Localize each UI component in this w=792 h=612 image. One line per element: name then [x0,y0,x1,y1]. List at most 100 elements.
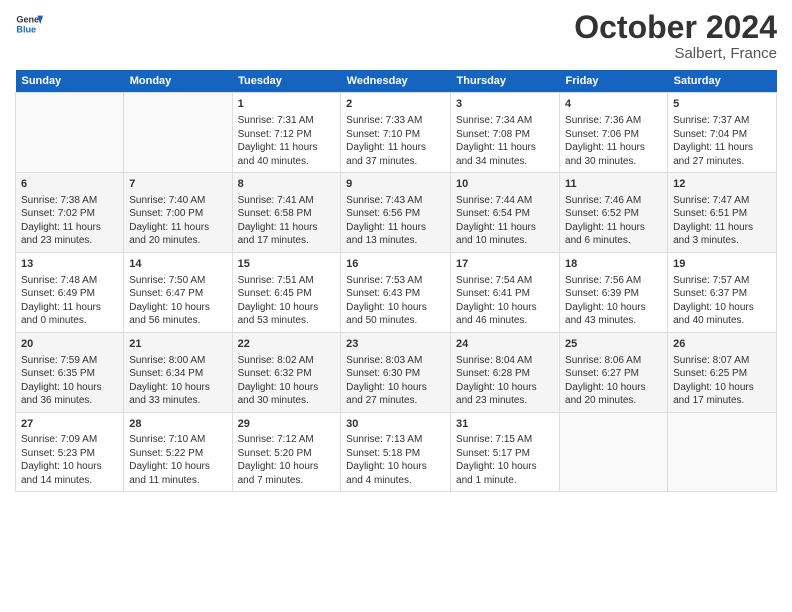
sunset-text: Sunset: 7:02 PM [21,208,95,219]
sunset-text: Sunset: 7:08 PM [456,129,530,140]
day-cell-14: 14Sunrise: 7:50 AMSunset: 6:47 PMDayligh… [124,252,232,332]
day-number: 1 [238,97,336,112]
header-row: SundayMondayTuesdayWednesdayThursdayFrid… [16,70,777,93]
daylight-text: Daylight: 10 hours and 30 minutes. [238,382,319,407]
day-cell-20: 20Sunrise: 7:59 AMSunset: 6:35 PMDayligh… [16,332,124,412]
daylight-text: Daylight: 11 hours and 17 minutes. [238,222,318,247]
day-cell-25: 25Sunrise: 8:06 AMSunset: 6:27 PMDayligh… [560,332,668,412]
sunset-text: Sunset: 5:20 PM [238,448,312,459]
day-number: 31 [456,417,554,432]
sunrise-text: Sunrise: 7:10 AM [129,434,205,445]
empty-cell [16,93,124,173]
sunrise-text: Sunrise: 7:43 AM [346,195,422,206]
daylight-text: Daylight: 11 hours and 3 minutes. [673,222,753,247]
day-header-saturday: Saturday [668,70,777,93]
sunset-text: Sunset: 6:43 PM [346,288,420,299]
sunrise-text: Sunrise: 7:09 AM [21,434,97,445]
sunset-text: Sunset: 6:49 PM [21,288,95,299]
day-number: 24 [456,337,554,352]
day-number: 29 [238,417,336,432]
sunrise-text: Sunrise: 8:07 AM [673,355,749,366]
day-number: 27 [21,417,118,432]
day-cell-6: 6 Sunrise: 7:38 AM Sunset: 7:02 PM Daylight… [16,173,124,253]
sunrise-text: Sunrise: 7:57 AM [673,275,749,286]
day-cell-26: 26Sunrise: 8:07 AMSunset: 6:25 PMDayligh… [668,332,777,412]
day-number: 3 [456,97,554,112]
sunrise-text: Sunrise: 7:38 AM [21,195,97,206]
day-cell-15: 15Sunrise: 7:51 AMSunset: 6:45 PMDayligh… [232,252,341,332]
day-cell-9: 9Sunrise: 7:43 AMSunset: 6:56 PMDaylight… [341,173,451,253]
sunset-text: Sunset: 7:10 PM [346,129,420,140]
empty-cell [124,93,232,173]
calendar-table: SundayMondayTuesdayWednesdayThursdayFrid… [15,70,777,492]
daylight-text: Daylight: 10 hours and 17 minutes. [673,382,754,407]
daylight-text: Daylight: 10 hours and 23 minutes. [456,382,537,407]
empty-cell [560,412,668,492]
sunset-text: Sunset: 6:39 PM [565,288,639,299]
daylight-text: Daylight: 11 hours and 40 minutes. [238,142,318,167]
daylight-text: Daylight: 10 hours and 33 minutes. [129,382,210,407]
daylight-text: Daylight: 11 hours and 10 minutes. [456,222,536,247]
week-row-2: 6 Sunrise: 7:38 AM Sunset: 7:02 PM Daylight… [16,173,777,253]
sunset-text: Sunset: 6:41 PM [456,288,530,299]
sunrise-text: Sunrise: 8:04 AM [456,355,532,366]
day-number: 7 [129,177,226,192]
sunrise-text: Sunrise: 7:13 AM [346,434,422,445]
day-number: 5 [673,97,771,112]
sunrise-text: Sunrise: 7:41 AM [238,195,314,206]
sunset-text: Sunset: 6:56 PM [346,208,420,219]
day-cell-28: 28Sunrise: 7:10 AMSunset: 5:22 PMDayligh… [124,412,232,492]
sunrise-text: Sunrise: 7:50 AM [129,275,205,286]
day-cell-17: 17Sunrise: 7:54 AMSunset: 6:41 PMDayligh… [451,252,560,332]
day-number: 17 [456,257,554,272]
daylight-text: Daylight: 11 hours and 37 minutes. [346,142,426,167]
daylight-text: Daylight: 10 hours and 4 minutes. [346,461,427,486]
title-block: October 2024 Salbert, France [574,10,777,62]
day-cell-22: 22Sunrise: 8:02 AMSunset: 6:32 PMDayligh… [232,332,341,412]
day-cell-4: 4Sunrise: 7:36 AMSunset: 7:06 PMDaylight… [560,93,668,173]
sunset-text: Sunset: 5:18 PM [346,448,420,459]
sunset-text: Sunset: 6:52 PM [565,208,639,219]
day-cell-21: 21Sunrise: 8:00 AMSunset: 6:34 PMDayligh… [124,332,232,412]
day-number: 13 [21,257,118,272]
sunrise-text: Sunrise: 7:54 AM [456,275,532,286]
daylight-text: Daylight: 11 hours and 23 minutes. [21,222,101,247]
logo: General Blue [15,10,43,38]
daylight-text: Daylight: 10 hours and 20 minutes. [565,382,646,407]
sunset-text: Sunset: 6:25 PM [673,368,747,379]
day-number: 11 [565,177,662,192]
day-number: 9 [346,177,445,192]
month-title: October 2024 [574,10,777,45]
day-cell-7: 7Sunrise: 7:40 AMSunset: 7:00 PMDaylight… [124,173,232,253]
day-cell-29: 29Sunrise: 7:12 AMSunset: 5:20 PMDayligh… [232,412,341,492]
day-number: 12 [673,177,771,192]
sunrise-text: Sunrise: 7:53 AM [346,275,422,286]
day-number: 19 [673,257,771,272]
day-number: 6 [21,177,118,192]
logo-icon: General Blue [15,10,43,38]
day-cell-12: 12Sunrise: 7:47 AMSunset: 6:51 PMDayligh… [668,173,777,253]
sunset-text: Sunset: 6:54 PM [456,208,530,219]
daylight-text: Daylight: 11 hours and 6 minutes. [565,222,645,247]
sunset-text: Sunset: 7:12 PM [238,129,312,140]
daylight-text: Daylight: 10 hours and 36 minutes. [21,382,102,407]
daylight-text: Daylight: 10 hours and 14 minutes. [21,461,102,486]
daylight-text: Daylight: 10 hours and 11 minutes. [129,461,210,486]
day-header-monday: Monday [124,70,232,93]
sunset-text: Sunset: 6:37 PM [673,288,747,299]
daylight-text: Daylight: 11 hours and 20 minutes. [129,222,209,247]
sunrise-text: Sunrise: 7:37 AM [673,115,749,126]
day-number: 25 [565,337,662,352]
week-row-1: 1Sunrise: 7:31 AMSunset: 7:12 PMDaylight… [16,93,777,173]
sunrise-text: Sunrise: 8:02 AM [238,355,314,366]
day-cell-3: 3Sunrise: 7:34 AMSunset: 7:08 PMDaylight… [451,93,560,173]
daylight-text: Daylight: 10 hours and 7 minutes. [238,461,319,486]
sunrise-text: Sunrise: 7:48 AM [21,275,97,286]
day-number: 10 [456,177,554,192]
day-number: 23 [346,337,445,352]
sunset-text: Sunset: 6:27 PM [565,368,639,379]
daylight-text: Daylight: 10 hours and 27 minutes. [346,382,427,407]
sunset-text: Sunset: 6:32 PM [238,368,312,379]
day-number: 8 [238,177,336,192]
daylight-text: Daylight: 11 hours and 0 minutes. [21,302,101,327]
